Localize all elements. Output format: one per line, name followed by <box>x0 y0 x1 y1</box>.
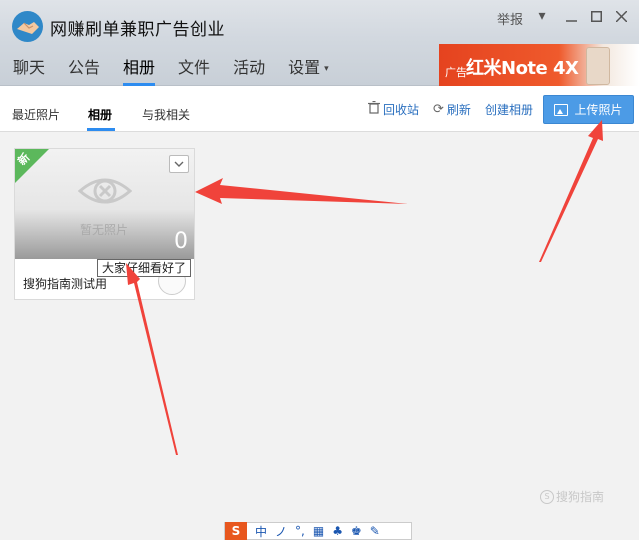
album-name[interactable]: 搜狗指南测试用 <box>23 275 107 292</box>
album-toolbar: 最近照片 相册 与我相关 回收站 ⟳ 刷新 创建相册 上传照片 <box>0 86 639 132</box>
recycle-bin-label: 回收站 <box>383 103 420 117</box>
group-name: 网赚刷单兼职广告创业 <box>50 20 225 40</box>
menu-dropdown-icon[interactable]: ▾ <box>532 6 552 26</box>
active-tab-indicator <box>87 128 115 131</box>
eye-off-icon <box>78 178 132 204</box>
album-cover[interactable]: 新 暂无照片 0 <box>15 149 194 259</box>
ime-shirt-icon[interactable]: ♚ <box>351 524 362 538</box>
create-album-button[interactable]: 创建相册 <box>485 101 533 118</box>
recycle-bin-button[interactable]: 回收站 <box>368 100 420 118</box>
album-card[interactable]: 新 暂无照片 0 搜狗指南测试用 <box>14 148 195 300</box>
title-bar: 网赚刷单兼职广告创业 举报 ▾ 聊天 公告 相册 文件 活动 设置 ▾ 广告 红米… <box>0 0 639 86</box>
tab-files[interactable]: 文件 <box>178 54 210 86</box>
handshake-icon <box>17 22 39 34</box>
refresh-icon: ⟳ <box>433 102 444 117</box>
refresh-label: 刷新 <box>446 103 471 117</box>
minimize-icon[interactable] <box>561 6 581 26</box>
ime-symbols-icon[interactable]: °, <box>295 524 305 538</box>
ad-tag: 广告 <box>445 66 467 79</box>
ime-keyboard-icon[interactable]: ▦ <box>313 524 324 538</box>
subtab-albums[interactable]: 相册 <box>88 106 112 123</box>
watermark: S 搜狗指南 <box>540 488 604 505</box>
ad-person-image <box>586 47 610 85</box>
watermark-logo-icon: S <box>540 489 554 504</box>
main-tabs: 聊天 公告 相册 文件 活动 设置 ▾ <box>13 54 352 86</box>
refresh-button[interactable]: ⟳ 刷新 <box>433 101 471 118</box>
report-link[interactable]: 举报 <box>497 9 523 28</box>
tab-settings-wrap[interactable]: 设置 ▾ <box>288 54 329 86</box>
ime-tools-icon[interactable]: ✎ <box>370 524 380 538</box>
ime-skin-icon[interactable]: ♣ <box>332 524 343 538</box>
subtab-related-to-me[interactable]: 与我相关 <box>142 106 190 123</box>
watermark-text: 搜狗指南 <box>556 490 605 504</box>
arrow-to-upload <box>539 120 603 262</box>
ime-toolbar[interactable]: S 中 ノ °, ▦ ♣ ♚ ✎ <box>224 522 412 540</box>
upload-photo-button[interactable]: 上传照片 <box>543 95 634 124</box>
tab-activity[interactable]: 活动 <box>233 54 265 86</box>
tab-announcement[interactable]: 公告 <box>68 54 100 86</box>
photo-count: 0 <box>174 229 188 254</box>
maximize-icon[interactable] <box>586 6 606 26</box>
tab-chat[interactable]: 聊天 <box>13 54 45 86</box>
ime-punctuation-icon[interactable]: ノ <box>275 523 287 540</box>
subtab-recent-photos[interactable]: 最近照片 <box>12 106 60 123</box>
trash-icon <box>368 100 380 118</box>
ad-title: 红米Note 4X <box>466 58 579 79</box>
no-photo-text: 暂无照片 <box>80 223 129 237</box>
close-icon[interactable] <box>611 6 631 26</box>
group-avatar[interactable] <box>12 11 43 42</box>
caret-down-icon: ▾ <box>324 63 329 74</box>
tab-album[interactable]: 相册 <box>123 54 156 86</box>
tab-settings: 设置 <box>288 58 321 77</box>
upload-photo-label: 上传照片 <box>574 103 623 117</box>
album-options-button[interactable] <box>169 155 189 173</box>
image-icon <box>554 103 569 116</box>
ime-mode[interactable]: 中 <box>255 523 267 540</box>
tooltip: 大家仔细看好了 <box>97 259 192 277</box>
create-album-label: 创建相册 <box>485 103 534 117</box>
sogou-ime-logo-icon[interactable]: S <box>225 522 247 540</box>
arrow-to-album <box>195 178 408 204</box>
